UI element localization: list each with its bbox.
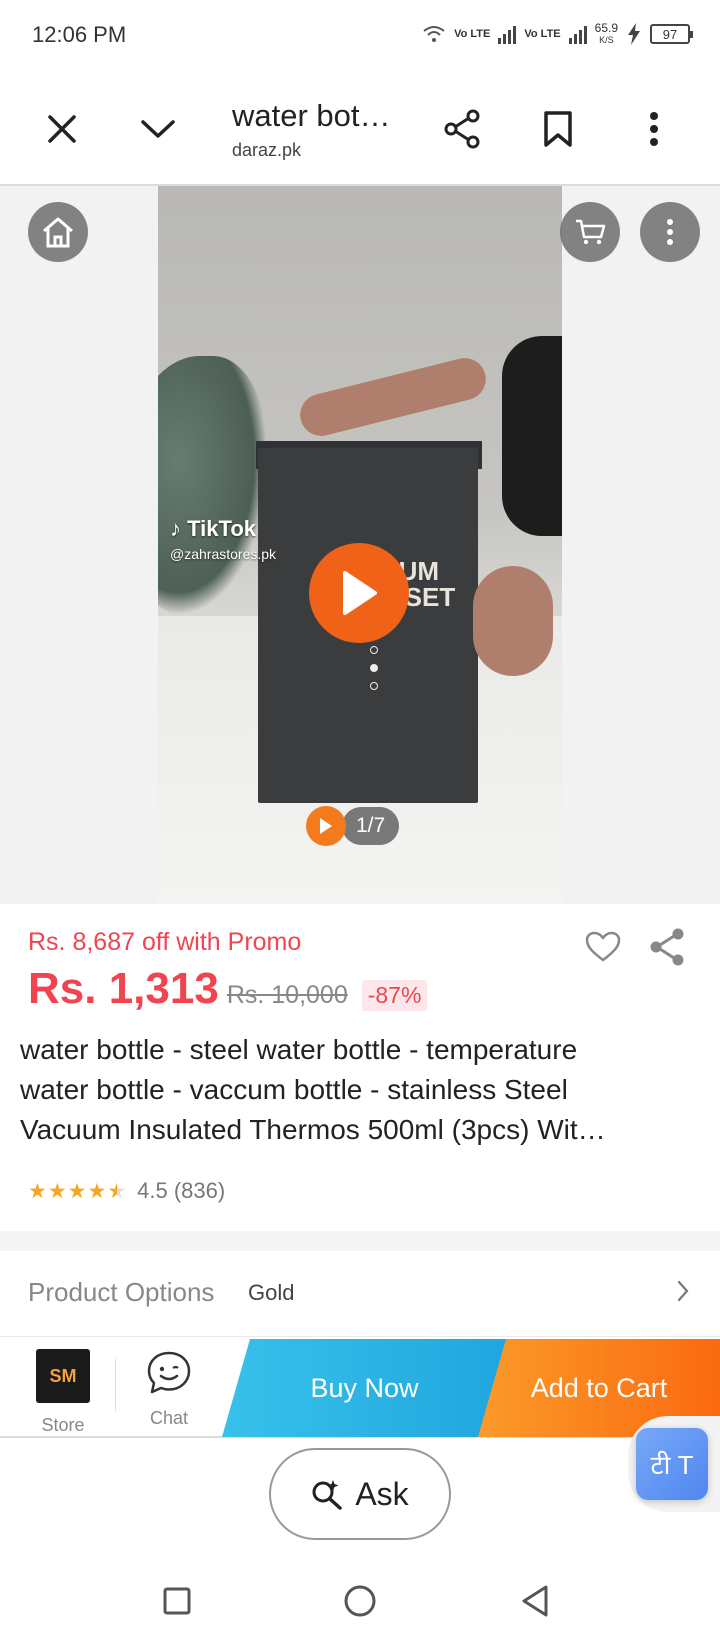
page-title[interactable]: water bot…	[232, 98, 391, 134]
network-label-1: Vo LTE	[454, 27, 491, 40]
home-circle-icon	[344, 1585, 376, 1617]
current-price: Rs. 1,313	[28, 964, 219, 1013]
chevron-down-icon	[141, 120, 175, 138]
product-options-value: Gold	[248, 1280, 295, 1305]
net-speed-unit: K/S	[599, 35, 614, 45]
home-icon	[43, 217, 73, 248]
product-title-line-1: water bottle - steel water bottle - temp…	[20, 1034, 578, 1065]
hand-top	[295, 353, 491, 441]
product-title-line-3: Vacuum Insulated Thermos 500ml (3pcs) Wi…	[20, 1114, 606, 1145]
price-row: Rs. 1,313 Rs. 10,000 -87%	[28, 964, 428, 1014]
tiktok-logo-text: TikTok	[187, 516, 256, 541]
home-button[interactable]	[28, 202, 88, 262]
product-options-row[interactable]: Product Options Gold	[0, 1251, 720, 1335]
back-triangle-icon	[522, 1585, 548, 1617]
more-icon	[667, 219, 673, 245]
ask-area: Ask	[0, 1440, 720, 1560]
share-icon	[650, 928, 684, 966]
rating-count: 4.5 (836)	[137, 1178, 226, 1203]
ask-label: Ask	[355, 1475, 409, 1512]
back-button[interactable]	[510, 1576, 560, 1626]
battery-level: 97	[662, 26, 678, 42]
product-share-button[interactable]	[642, 922, 692, 972]
product-options-label: Product Options	[28, 1277, 215, 1307]
chat-label: Chat	[149, 1408, 189, 1428]
action-divider	[115, 1359, 116, 1411]
wifi-icon	[423, 26, 445, 42]
status-icons: Vo LTE Vo LTE 65.9 K/S 97	[422, 22, 693, 46]
promo-text: Rs. 8,687 off with Promo	[28, 928, 302, 956]
ask-button[interactable]: Ask	[269, 1448, 451, 1540]
more-options-button[interactable]	[640, 202, 700, 262]
tiktok-username: @zahrastores.pk	[170, 546, 277, 562]
network-label-2: Vo LTE	[524, 27, 561, 40]
status-bar: 12:06 PM Vo LTE Vo LTE 65.9 K/S 97	[0, 0, 720, 72]
close-icon	[48, 115, 76, 143]
share-button[interactable]	[432, 99, 492, 159]
net-speed-value: 65.9	[594, 21, 618, 35]
section-divider	[0, 1231, 720, 1251]
tiktok-note-icon: ♪	[170, 516, 181, 541]
bookmark-button[interactable]	[528, 99, 588, 159]
lace-sleeve	[502, 336, 562, 536]
star-rating-icon: ★★★★★	[28, 1179, 128, 1203]
play-video-button[interactable]	[309, 543, 409, 643]
media-counter[interactable]: 1/7	[306, 806, 400, 846]
signal-icon-1	[498, 24, 517, 44]
chat-icon	[147, 1351, 191, 1394]
more-vertical-icon	[650, 112, 658, 146]
hand-right	[473, 566, 553, 676]
video-indicator	[306, 806, 346, 846]
recents-square-icon	[163, 1587, 191, 1615]
net-speed: 65.9 K/S	[595, 22, 618, 46]
bag-dots	[370, 646, 378, 690]
close-button[interactable]	[32, 99, 92, 159]
translate-icon: टी T	[650, 1450, 694, 1480]
cart-button[interactable]	[560, 202, 620, 262]
home-nav-button[interactable]	[335, 1576, 385, 1626]
original-price: Rs. 10,000	[226, 981, 348, 1009]
share-icon	[444, 109, 480, 149]
battery-icon: 97	[650, 24, 693, 44]
product-title: water bottle - steel water bottle - temp…	[20, 1030, 690, 1150]
browser-toolbar: water bot… daraz.pk	[0, 72, 720, 186]
recents-button[interactable]	[152, 1576, 202, 1626]
wishlist-button[interactable]	[578, 922, 628, 972]
translate-button[interactable]: टी T	[636, 1428, 708, 1500]
cart-icon	[576, 219, 606, 245]
android-nav-bar	[0, 1560, 720, 1640]
page-domain[interactable]: daraz.pk	[232, 140, 301, 161]
ai-search-icon	[312, 1480, 343, 1510]
chevron-right-icon	[677, 1280, 689, 1302]
charging-icon	[628, 23, 640, 45]
play-small-icon	[320, 818, 332, 834]
image-counter: 1/7	[342, 807, 400, 845]
plant-leaf	[158, 356, 268, 616]
store-button[interactable]: SM Store	[36, 1349, 90, 1436]
tiktok-watermark: ♪ TikTok @zahrastores.pk	[170, 516, 276, 562]
collapse-button[interactable]	[128, 99, 188, 159]
heart-icon	[585, 931, 621, 962]
buy-now-button[interactable]: Buy Now	[222, 1339, 507, 1437]
rating-row[interactable]: ★★★★★ 4.5 (836)	[28, 1178, 225, 1204]
bookmark-icon	[544, 111, 572, 147]
chat-button[interactable]: Chat	[142, 1349, 196, 1429]
status-time: 12:06 PM	[32, 22, 127, 47]
bottom-action-bar: SM Store Chat Buy Now Add to Cart	[0, 1336, 720, 1438]
play-icon	[343, 571, 377, 615]
store-label: Store	[41, 1415, 85, 1435]
signal-icon-2	[568, 24, 587, 44]
discount-badge: -87%	[361, 980, 428, 1011]
store-logo: SM	[36, 1349, 90, 1403]
product-media-gallery[interactable]: VACUUMFLASK SET ♪ TikTok @zahrastores.pk…	[0, 186, 720, 904]
more-button[interactable]	[624, 99, 684, 159]
product-title-line-2: water bottle - vaccum bottle - stainless…	[20, 1074, 568, 1105]
